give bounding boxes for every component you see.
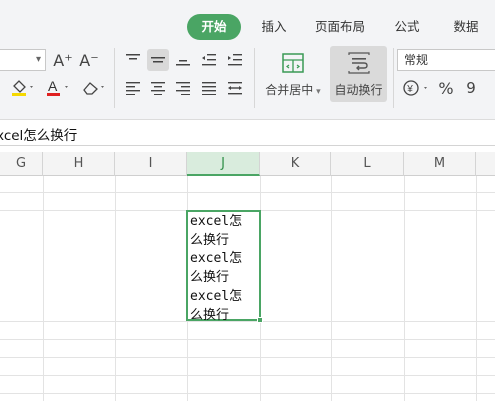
increase-font-size-button[interactable]: A⁺ [52,50,74,70]
cell-text-line: excel怎 [190,214,243,229]
column-header-m[interactable]: M [404,152,476,176]
align-top-button[interactable] [122,49,144,71]
ribbon-tabs: 开始 插入 页面布局 公式 数据 [0,14,495,40]
wrap-text-icon [347,52,370,74]
svg-text:¥: ¥ [406,84,413,95]
decrease-font-icon: A⁻ [79,50,99,70]
chevron-down-icon: ▾ [35,54,41,65]
wrap-text-label: 自动换行 [334,83,383,97]
merge-center-label: 合并居中 ▾ [265,83,321,97]
font-color-icon: A [47,78,68,96]
increase-indent-icon [228,54,242,66]
tab-insert[interactable]: 插入 [256,14,292,40]
column-header-n[interactable] [476,152,495,176]
tab-formulas[interactable]: 公式 [389,14,425,40]
align-left-icon [126,82,140,95]
gridline [0,393,495,394]
decrease-font-size-button[interactable]: A⁻ [78,50,100,70]
ribbon-separator [114,48,115,108]
distributed-align-icon [228,82,242,95]
gridline [0,357,495,358]
increase-font-icon: A⁺ [53,50,73,70]
align-right-icon [176,82,190,95]
justify-button[interactable] [198,77,220,99]
formula-bar-content[interactable]: excel怎么换行 [0,124,77,144]
clear-format-button[interactable] [80,77,110,99]
fill-bucket-icon [12,80,33,96]
formula-bar[interactable]: excel怎么换行 [0,121,495,146]
column-headers: G H I J K L M [0,152,495,176]
percent-icon: % [438,78,454,98]
align-right-button[interactable] [172,77,194,99]
gridline [0,375,495,376]
wrap-text-button[interactable]: 自动换行 [330,46,387,102]
cell-text-line: 么换行 [190,270,230,286]
ribbon-separator [393,48,394,108]
fill-color-button[interactable] [8,77,38,99]
column-header-g[interactable]: G [0,152,43,176]
cell-text-line: 么换行 [190,232,230,248]
active-cell-j[interactable]: excel怎 么换行 excel怎 么换行 excel怎 么换行 [186,210,263,323]
column-header-j[interactable]: J [187,152,260,176]
align-middle-button[interactable] [147,49,169,71]
align-top-icon [126,54,140,60]
gridline [0,192,495,193]
eraser-icon [83,82,104,95]
distributed-align-button[interactable] [224,77,246,99]
column-header-h[interactable]: H [43,152,115,176]
cell-text-line: 么换行 [190,307,230,323]
comma-style-icon: 9 [466,79,476,97]
align-bottom-icon [176,60,190,66]
merge-cells-icon [282,53,304,73]
ribbon: 开始 插入 页面布局 公式 数据 ▾ A⁺ A⁻ A 合并居中 ▾ 自动换行 常… [0,0,495,120]
cell-text-line: excel怎 [190,288,243,304]
decrease-indent-icon [202,54,216,66]
number-format-dropdown[interactable]: 常规 [397,49,495,71]
accounting-format-button[interactable]: ¥ [400,77,434,99]
column-header-k[interactable]: K [260,152,331,176]
align-middle-icon [151,57,165,63]
font-size-dropdown[interactable]: ▾ [0,49,46,71]
currency-icon: ¥ [403,80,427,96]
decrease-indent-button[interactable] [198,49,220,71]
tab-page-layout[interactable]: 页面布局 [310,14,370,40]
align-bottom-button[interactable] [172,49,194,71]
gridline [0,339,495,340]
tab-home[interactable]: 开始 [187,14,241,40]
cell-text-line: excel怎 [190,251,243,267]
fill-handle[interactable] [257,317,263,323]
increase-indent-button[interactable] [224,49,246,71]
tab-data[interactable]: 数据 [446,14,486,40]
svg-text:A: A [48,78,58,94]
comma-format-button[interactable]: 9 [459,77,483,99]
font-color-button[interactable]: A [44,77,74,99]
column-header-i[interactable]: I [115,152,187,176]
percent-format-button[interactable]: % [436,77,456,99]
cell-content: excel怎 么换行 excel怎 么换行 excel怎 么换行 [190,213,242,325]
align-center-button[interactable] [147,77,169,99]
ribbon-separator [254,48,255,108]
align-center-icon [151,82,165,95]
merge-center-button[interactable]: 合并居中 ▾ [262,46,324,102]
align-left-button[interactable] [122,77,144,99]
gridline [0,321,495,322]
justify-icon [202,82,216,95]
column-header-l[interactable]: L [331,152,404,176]
